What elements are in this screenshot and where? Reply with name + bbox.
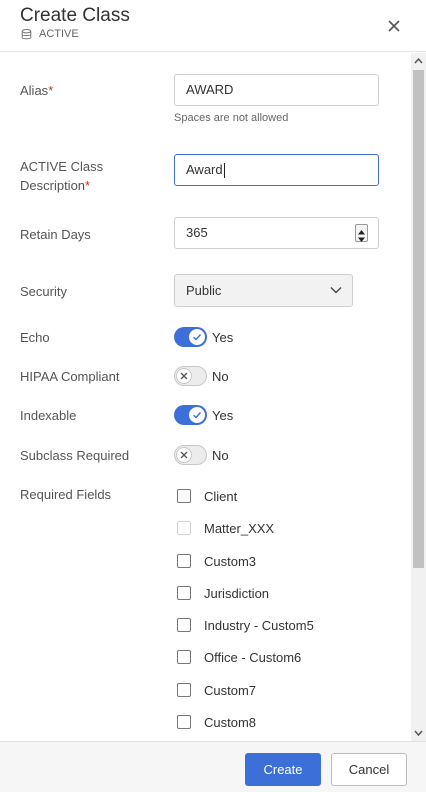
hipaa-status: No — [212, 369, 229, 384]
security-value: Public — [186, 283, 222, 298]
checkbox-label: Matter_XXX — [204, 520, 275, 536]
checkbox[interactable] — [177, 586, 191, 600]
dialog-footer: Create Cancel — [0, 741, 426, 792]
checkbox[interactable] — [177, 554, 191, 568]
checkbox[interactable] — [177, 618, 191, 632]
echo-label: Echo — [20, 330, 50, 345]
subclass-label: Subclass Required — [20, 448, 130, 463]
retain-days-value: 365 — [186, 225, 208, 240]
required-field-office[interactable]: Office - Custom6 — [177, 649, 301, 665]
hipaa-label: HIPAA Compliant — [20, 369, 120, 384]
x-icon — [180, 372, 188, 380]
dialog-body: Alias* AWARD Spaces are not allowed ACTI… — [0, 53, 411, 741]
echo-toggle[interactable] — [174, 327, 207, 347]
toggle-knob — [176, 447, 192, 463]
echo-status: Yes — [212, 330, 234, 345]
create-button[interactable]: Create — [245, 753, 321, 786]
indexable-label: Indexable — [20, 408, 77, 423]
checkbox[interactable] — [177, 650, 191, 664]
checkbox-label: Custom8 — [204, 714, 257, 730]
retain-days-label: Retain Days — [20, 227, 91, 242]
retain-days-input[interactable]: 365 — [174, 217, 379, 249]
cancel-button[interactable]: Cancel — [331, 753, 407, 786]
required-field-industry[interactable]: Industry - Custom5 — [177, 617, 314, 633]
toggle-knob — [189, 407, 205, 423]
checkbox[interactable] — [177, 715, 191, 729]
checkbox-label: Jurisdiction — [204, 585, 270, 601]
alias-label: Alias* — [20, 83, 54, 98]
checkbox[interactable] — [177, 489, 191, 503]
check-icon — [193, 412, 202, 419]
alias-value: AWARD — [186, 82, 234, 97]
alias-input[interactable]: AWARD — [174, 74, 379, 106]
indexable-status: Yes — [212, 408, 234, 423]
text-cursor — [223, 163, 225, 179]
checkbox — [177, 521, 191, 535]
description-input[interactable]: Award — [174, 154, 379, 186]
scroll-up-button[interactable] — [411, 53, 426, 69]
toggle-knob — [176, 368, 192, 384]
required-field-custom7[interactable]: Custom7 — [177, 682, 256, 698]
alias-hint: Spaces are not allowed — [174, 112, 289, 124]
chevron-down-icon — [330, 287, 342, 294]
close-icon — [388, 20, 400, 32]
database-icon — [21, 28, 32, 39]
required-field-custom3[interactable]: Custom3 — [177, 553, 256, 569]
scrollbar-thumb[interactable] — [413, 70, 424, 568]
required-field-matter: Matter_XXX — [177, 520, 274, 536]
required-fields-label: Required Fields — [20, 487, 112, 502]
vertical-scrollbar[interactable] — [411, 53, 426, 741]
required-field-client[interactable]: Client — [177, 488, 237, 504]
checkbox-label: Office - Custom6 — [204, 649, 302, 665]
checkbox-label: Custom7 — [204, 682, 257, 698]
scroll-down-arrow-icon — [414, 730, 423, 737]
required-field-jurisdiction[interactable]: Jurisdiction — [177, 585, 269, 601]
spinner-arrows-icon — [358, 230, 365, 242]
hipaa-toggle[interactable] — [174, 366, 207, 386]
dialog-title: Create Class — [20, 5, 130, 26]
subclass-status: No — [212, 448, 229, 463]
subtitle-text: ACTIVE — [39, 28, 79, 40]
required-field-custom8[interactable]: Custom8 — [177, 714, 256, 730]
security-label: Security — [20, 284, 67, 299]
checkbox[interactable] — [177, 683, 191, 697]
x-icon — [180, 451, 188, 459]
dialog-subtitle: ACTIVE — [21, 28, 79, 40]
security-select[interactable]: Public — [174, 274, 353, 307]
number-spinner[interactable] — [355, 224, 368, 242]
check-icon — [193, 334, 202, 341]
checkbox-label: Client — [204, 488, 238, 504]
description-value: Award — [186, 162, 223, 177]
indexable-toggle[interactable] — [174, 405, 207, 425]
scroll-down-button[interactable] — [411, 725, 426, 741]
checkbox-label: Custom3 — [204, 553, 257, 569]
toggle-knob — [189, 329, 205, 345]
scroll-up-arrow-icon — [414, 57, 423, 64]
subclass-toggle[interactable] — [174, 445, 207, 465]
dialog-header: Create Class ACTIVE — [0, 0, 426, 52]
checkbox-label: Industry - Custom5 — [204, 617, 314, 633]
description-label: ACTIVE Class Description* — [20, 159, 104, 193]
close-button[interactable] — [385, 17, 403, 35]
